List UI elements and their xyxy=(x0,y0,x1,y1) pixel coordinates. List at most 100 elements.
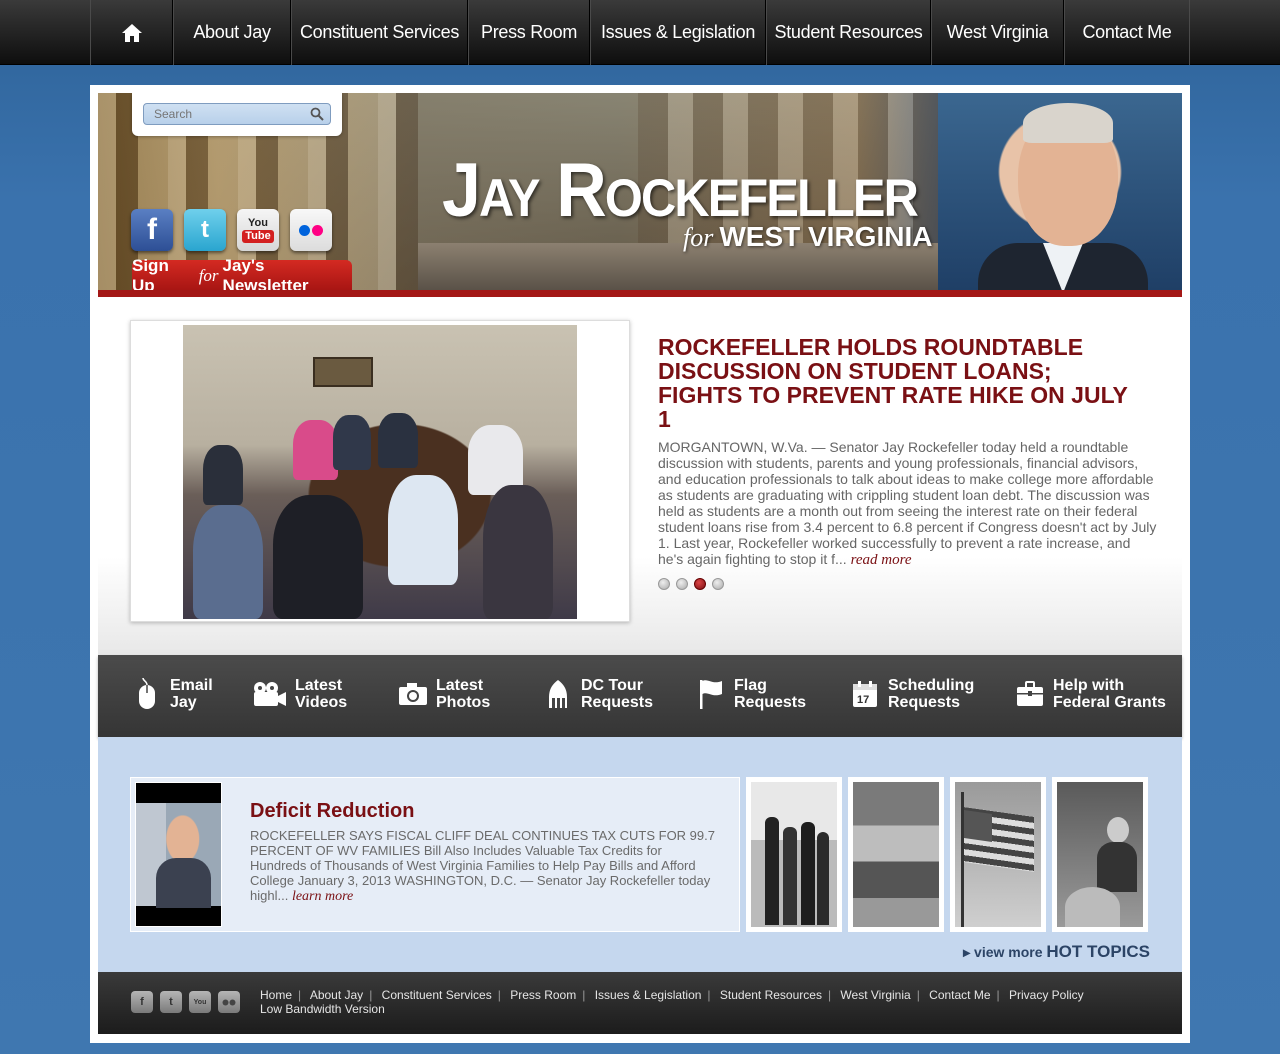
quick-links-bar: Email Jay Latest Videos Latest Photos DC To… xyxy=(98,655,1182,737)
quicklink-label-1: Latest xyxy=(436,677,484,694)
footer-link-constituent-services[interactable]: Constituent Services xyxy=(382,988,492,1002)
youtube-icon[interactable]: You Tube xyxy=(237,209,279,251)
footer-flickr-icon[interactable] xyxy=(218,991,240,1013)
footer-link-west-virginia[interactable]: West Virginia xyxy=(840,988,910,1002)
quicklink-latest-videos[interactable]: Latest Videos xyxy=(253,677,347,711)
youtube-tube: Tube xyxy=(242,229,274,243)
quicklink-scheduling-requests[interactable]: 17 Scheduling Requests xyxy=(850,677,974,711)
footer-twitter-icon[interactable]: t xyxy=(160,991,182,1013)
search-box xyxy=(132,93,342,136)
footer-link-press-room[interactable]: Press Room xyxy=(510,988,576,1002)
topic-photo-2[interactable] xyxy=(848,777,944,932)
nav-press-room[interactable]: Press Room xyxy=(468,0,590,65)
brand-title: Jay Rockefeller xyxy=(442,148,919,233)
nav-issues-legislation[interactable]: Issues & Legislation xyxy=(590,0,766,65)
quicklink-label-2: Photos xyxy=(436,694,491,711)
feature-headline[interactable]: ROCKEFELLER HOLDS ROUNDTABLE DISCUSSION … xyxy=(658,335,1128,431)
nav-student-resources[interactable]: Student Resources xyxy=(766,0,931,65)
mouse-icon xyxy=(139,678,155,709)
slider-dot-2[interactable] xyxy=(676,578,688,590)
view-more-prefix: ▸ view more xyxy=(963,944,1043,960)
footer-links: Home | About Jay | Constituent Services | P… xyxy=(260,988,1084,1016)
topic-thumbnail[interactable] xyxy=(135,782,222,927)
quicklink-label-1: Email xyxy=(170,677,213,694)
slider-dots xyxy=(658,578,724,590)
flickr-icon[interactable] xyxy=(290,209,332,251)
footer-facebook-icon[interactable]: f xyxy=(131,991,153,1013)
slider-dot-3[interactable] xyxy=(694,578,706,590)
top-navigation: About Jay Constituent Services Press Roo… xyxy=(0,0,1280,65)
capitol-icon xyxy=(549,680,567,708)
topic-photo-4[interactable] xyxy=(1052,777,1148,932)
topic-photo-1[interactable] xyxy=(746,777,842,932)
feature-body-text: MORGANTOWN, W.Va. — Senator Jay Rockefel… xyxy=(658,439,1157,567)
footer-link-student-resources[interactable]: Student Resources xyxy=(720,988,822,1002)
topic-title[interactable]: Deficit Reduction xyxy=(250,800,414,823)
slider-dot-4[interactable] xyxy=(712,578,724,590)
footer-link-privacy-policy[interactable]: Privacy Policy xyxy=(1009,988,1084,1002)
facebook-icon[interactable]: f xyxy=(131,209,173,251)
quicklink-label-1: Scheduling xyxy=(888,677,975,694)
nav-contact-me[interactable]: Contact Me xyxy=(1064,0,1190,65)
footer-link-low-bandwidth[interactable]: Low Bandwidth Version xyxy=(260,1002,385,1016)
footer-link-issues-legislation[interactable]: Issues & Legislation xyxy=(595,988,702,1002)
quicklink-flag-requests[interactable]: Flag Requests xyxy=(696,677,806,711)
brand-region: WEST VIRGINIA xyxy=(719,221,933,252)
footer-link-about-jay[interactable]: About Jay xyxy=(310,988,363,1002)
quicklink-email-jay[interactable]: Email Jay xyxy=(132,677,213,711)
footer: f t You Home | About Jay | Constituent Ser… xyxy=(98,972,1182,1034)
video-camera-icon xyxy=(254,682,286,706)
flag-icon xyxy=(700,680,722,709)
quicklink-label-1: Help with xyxy=(1053,677,1125,694)
briefcase-icon xyxy=(1017,681,1043,706)
newsletter-signup-button[interactable]: Sign Up for Jay's Newsletter xyxy=(132,256,352,290)
footer-social-icons: f t You xyxy=(131,991,240,1013)
signup-for: for xyxy=(198,266,219,285)
read-more-link[interactable]: read more xyxy=(851,552,912,568)
learn-more-link[interactable]: learn more xyxy=(292,889,353,904)
nav-west-virginia[interactable]: West Virginia xyxy=(931,0,1064,65)
quicklink-latest-photos[interactable]: Latest Photos xyxy=(398,677,490,711)
quicklink-label-1: Latest xyxy=(295,677,343,694)
main-container: Jay Rockefeller forWEST VIRGINIA f t You… xyxy=(90,85,1190,1043)
hot-topics-section: Deficit Reduction ROCKEFELLER SAYS FISCA… xyxy=(98,737,1182,972)
topic-photo-3[interactable] xyxy=(950,777,1046,932)
footer-link-home[interactable]: Home xyxy=(260,988,292,1002)
signup-prefix: Sign Up xyxy=(132,256,169,295)
quicklink-dc-tour[interactable]: DC Tour Requests xyxy=(543,677,653,711)
feature-summary: MORGANTOWN, W.Va. — Senator Jay Rockefel… xyxy=(658,439,1158,568)
feature-story: ROCKEFELLER HOLDS ROUNDTABLE DISCUSSION … xyxy=(98,297,1182,655)
quicklink-label-2: Requests xyxy=(888,694,961,711)
quicklink-label-2: Videos xyxy=(295,694,348,711)
header-banner: Jay Rockefeller forWEST VIRGINIA f t You… xyxy=(98,93,1182,297)
quicklink-label-1: Flag xyxy=(734,677,767,694)
topic-summary: ROCKEFELLER SAYS FISCAL CLIFF DEAL CONTI… xyxy=(250,828,720,904)
quicklink-label-2: Requests xyxy=(581,694,654,711)
slider-dot-1[interactable] xyxy=(658,578,670,590)
brand-subtitle: for WEST VIRGINIA xyxy=(683,221,932,253)
topic-card: Deficit Reduction ROCKEFELLER SAYS FISCA… xyxy=(130,777,740,932)
portrait-hair xyxy=(1023,103,1113,143)
nav-about-jay[interactable]: About Jay xyxy=(173,0,291,65)
search-input[interactable] xyxy=(143,103,331,125)
feature-photo-frame[interactable] xyxy=(130,320,630,622)
quicklink-label-2: Requests xyxy=(734,694,807,711)
search-icon[interactable] xyxy=(310,107,324,121)
camera-icon xyxy=(399,683,427,705)
footer-link-contact-me[interactable]: Contact Me xyxy=(929,988,990,1002)
quicklink-federal-grants[interactable]: Help with Federal Grants xyxy=(1015,677,1166,711)
youtube-you: You xyxy=(248,216,268,229)
quicklink-label-1: DC Tour xyxy=(581,677,643,694)
footer-youtube-icon[interactable]: You xyxy=(189,991,211,1013)
view-more-hot-topics-link[interactable]: ▸ view more HOT TOPICS xyxy=(963,942,1150,962)
signup-suffix: Jay's Newsletter xyxy=(222,256,309,295)
nav-constituent-services[interactable]: Constituent Services xyxy=(291,0,468,65)
view-more-hot: HOT TOPICS xyxy=(1046,942,1150,961)
twitter-icon[interactable]: t xyxy=(184,209,226,251)
brand-for: for xyxy=(683,223,714,252)
home-icon xyxy=(121,23,142,42)
quicklink-label-2: Federal Grants xyxy=(1053,694,1166,711)
feature-photo xyxy=(183,325,577,619)
nav-home[interactable] xyxy=(90,0,173,65)
social-icons: f t You Tube xyxy=(131,209,332,251)
